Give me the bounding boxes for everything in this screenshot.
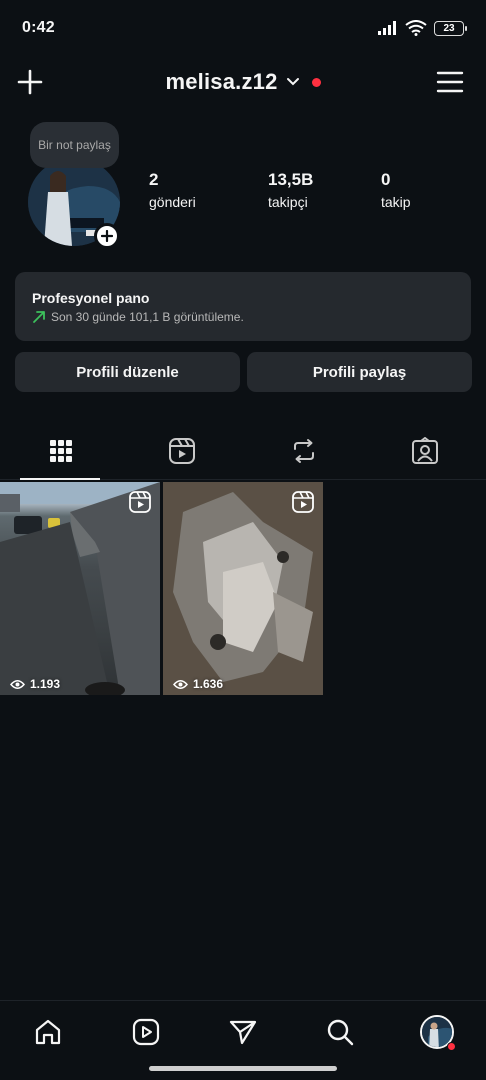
nav-search[interactable]	[323, 1015, 357, 1049]
search-icon	[327, 1019, 354, 1046]
view-count-text: 1.193	[30, 677, 61, 691]
post-thumbnail	[0, 482, 160, 695]
status-time: 0:42	[22, 19, 55, 36]
dashboard-title: Profesyonel pano	[32, 290, 150, 306]
nav-profile[interactable]	[420, 1015, 456, 1051]
stat-label: takip	[381, 194, 411, 210]
eye-icon	[173, 679, 188, 689]
dashboard-subtitle-text: Son 30 günde 101,1 B görüntüleme.	[51, 310, 244, 324]
chevron-down-icon	[286, 78, 299, 86]
tab-posts[interactable]	[0, 422, 121, 480]
plus-icon	[17, 69, 43, 95]
battery-icon: 23	[434, 20, 467, 36]
stat-followers[interactable]: 13,5B takipçi	[268, 170, 313, 210]
note-text: Bir not paylaş	[38, 137, 111, 152]
stat-label: takipçi	[268, 194, 308, 210]
professional-dashboard[interactable]: Profesyonel pano Son 30 günde 101,1 B gö…	[15, 272, 471, 341]
reel-badge-icon	[292, 491, 314, 513]
plus-icon	[101, 230, 113, 242]
dashboard-subtitle: Son 30 günde 101,1 B görüntüleme.	[32, 310, 454, 324]
stat-following[interactable]: 0 takip	[381, 170, 411, 210]
tab-reels[interactable]	[121, 422, 242, 480]
active-tab-indicator	[20, 478, 100, 480]
home-indicator	[149, 1066, 337, 1071]
status-icons: 23	[378, 20, 467, 36]
view-count-text: 1.636	[193, 677, 224, 691]
home-icon	[35, 1019, 61, 1045]
tab-reposts[interactable]	[243, 422, 364, 480]
nav-direct-messages[interactable]	[226, 1015, 260, 1049]
eye-icon	[10, 679, 25, 689]
stat-value: 0	[381, 170, 391, 189]
grid-icon	[49, 440, 72, 462]
reels-icon	[168, 438, 195, 464]
trending-up-icon	[33, 311, 45, 323]
profile-tabs	[0, 422, 486, 480]
account-switcher[interactable]: melisa.z12	[165, 69, 321, 95]
stat-value: 13,5B	[268, 170, 314, 189]
share-profile-button[interactable]: Profili paylaş	[247, 352, 472, 392]
wifi-icon	[405, 20, 427, 36]
stat-posts[interactable]: 2 gönderi	[149, 170, 196, 210]
profile-header: melisa.z12	[0, 56, 486, 108]
stat-value: 2	[149, 170, 159, 189]
reposts-icon	[293, 439, 314, 463]
battery-level: 23	[443, 22, 455, 34]
grid-post-2[interactable]: 1.636	[163, 482, 323, 695]
note-bubble[interactable]: Bir not paylaş	[30, 122, 119, 168]
share-profile-label: Profili paylaş	[312, 363, 407, 381]
signal-icon	[378, 21, 396, 35]
post-thumbnail	[163, 482, 323, 695]
notification-dot	[311, 77, 321, 87]
view-count: 1.636	[173, 677, 223, 691]
hamburger-menu-icon	[436, 71, 464, 93]
create-button[interactable]	[16, 68, 44, 96]
edit-profile-label: Profili düzenle	[76, 363, 179, 381]
grid-post-1[interactable]: 1.193	[0, 482, 160, 695]
status-bar: 0:42 23	[0, 0, 486, 56]
reels-icon	[132, 1018, 160, 1046]
username: melisa.z12	[165, 69, 278, 94]
edit-profile-button[interactable]: Profili düzenle	[15, 352, 240, 392]
menu-button[interactable]	[436, 68, 464, 96]
stat-label: gönderi	[149, 194, 196, 210]
reel-badge-icon	[129, 491, 151, 513]
tab-tagged[interactable]	[364, 422, 485, 480]
notification-dot	[447, 1042, 456, 1051]
add-story-button[interactable]	[94, 223, 120, 249]
view-count: 1.193	[10, 677, 60, 691]
nav-home[interactable]	[31, 1015, 65, 1049]
direct-message-icon	[229, 1020, 257, 1045]
tagged-icon	[411, 437, 438, 464]
nav-reels[interactable]	[129, 1015, 163, 1049]
